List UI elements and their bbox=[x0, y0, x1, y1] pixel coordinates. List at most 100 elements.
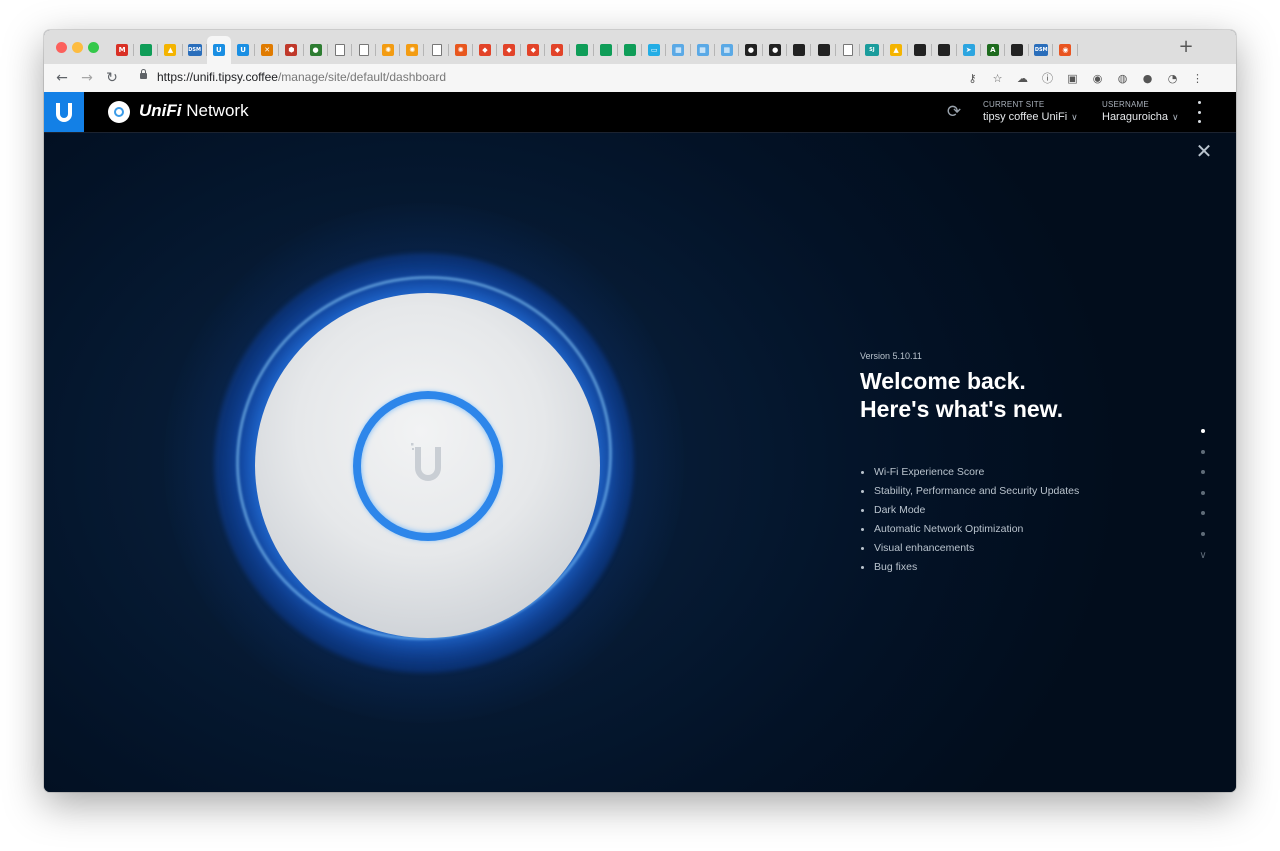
browser-tab[interactable]: ◉ bbox=[1053, 36, 1078, 64]
browser-tab[interactable]: ✕ bbox=[255, 36, 280, 64]
browser-tab[interactable] bbox=[811, 36, 836, 64]
browser-tab[interactable] bbox=[594, 36, 619, 64]
browser-toolbar: ← → ↻ https://unifi.tipsy.coffee/manage/… bbox=[44, 64, 1236, 93]
key-icon[interactable]: ⚷ bbox=[960, 68, 985, 88]
close-icon[interactable]: ✕ bbox=[1194, 141, 1214, 161]
feature-item: Visual enhancements bbox=[860, 539, 1180, 558]
ubuntu-icon: ◉ bbox=[1059, 44, 1072, 56]
window-minimize-button[interactable] bbox=[72, 42, 83, 53]
browser-tab[interactable]: DSM bbox=[183, 36, 207, 64]
feature-item: Automatic Network Optimization bbox=[860, 520, 1180, 539]
browser-tab[interactable]: ◆ bbox=[521, 36, 546, 64]
back-button[interactable]: ← bbox=[52, 68, 72, 88]
current-site-value: tipsy coffee UniFi bbox=[983, 111, 1068, 123]
browser-tab[interactable]: ▲ bbox=[158, 36, 183, 64]
browser-tab[interactable]: ✺ bbox=[400, 36, 425, 64]
feature-list: Wi-Fi Experience Score Stability, Perform… bbox=[860, 463, 1180, 577]
browser-tab[interactable]: ◆ bbox=[497, 36, 522, 64]
browser-tab[interactable] bbox=[787, 36, 812, 64]
toolbar-extensions: ⚷ ☆ ☁ ⓘ ▣ ◉ ◍ ● ◔ ⋮ bbox=[960, 68, 1210, 88]
address-bar[interactable]: https://unifi.tipsy.coffee/manage/site/d… bbox=[130, 67, 1010, 89]
browser-tab[interactable] bbox=[134, 36, 159, 64]
document-icon bbox=[334, 44, 345, 56]
browser-tab[interactable]: SJ bbox=[860, 36, 885, 64]
tab-list: M ▲ DSM U U ✕ ⬢ ● ✺ ✺ ✺ ◆ ◆ ◆ ◆ ▭ ▦ ▦ ▦ ● ● SJ ▲ ➤ A DSM ◉ bbox=[110, 36, 1078, 64]
browser-tab[interactable] bbox=[352, 36, 377, 64]
slide-dot[interactable] bbox=[1201, 511, 1205, 516]
username-label: USERNAME bbox=[1102, 100, 1149, 109]
grafana-icon: ✺ bbox=[382, 44, 395, 56]
browser-tab[interactable]: ▦ bbox=[691, 36, 715, 64]
browser-tab[interactable]: ● bbox=[763, 36, 788, 64]
slide-dot[interactable] bbox=[1201, 531, 1205, 536]
telegram-icon: ➤ bbox=[962, 44, 975, 56]
browser-window: M ▲ DSM U U ✕ ⬢ ● ✺ ✺ ✺ ◆ ◆ ◆ ◆ ▭ ▦ ▦ ▦ ● ● SJ ▲ ➤ A DSM ◉ + ← → ↻… bbox=[44, 30, 1236, 792]
browser-tab[interactable]: U bbox=[231, 36, 256, 64]
browser-tab[interactable]: ⬢ bbox=[279, 36, 304, 64]
ubiquiti-u-icon bbox=[411, 443, 441, 481]
slide-dot[interactable] bbox=[1201, 449, 1205, 454]
cloud-extension-icon[interactable]: ☁ bbox=[1010, 68, 1035, 88]
file-icon bbox=[1011, 44, 1024, 56]
browser-tab[interactable]: ▲ bbox=[884, 36, 909, 64]
browser-tab[interactable] bbox=[424, 36, 449, 64]
browser-tab[interactable]: ▭ bbox=[642, 36, 667, 64]
browser-tab[interactable] bbox=[328, 36, 353, 64]
chevron-down-icon[interactable]: ∨ bbox=[1197, 550, 1209, 562]
browser-tab[interactable]: DSM bbox=[1029, 36, 1054, 64]
profile-extension-icon[interactable]: ◔ bbox=[1160, 68, 1185, 88]
slide-dot[interactable] bbox=[1201, 490, 1205, 495]
browser-tab[interactable]: A bbox=[981, 36, 1006, 64]
square-extension-icon[interactable]: ▣ bbox=[1060, 68, 1085, 88]
browser-tab[interactable]: ✺ bbox=[376, 36, 401, 64]
chevron-down-icon: ∨ bbox=[1071, 113, 1078, 123]
browser-tab[interactable]: ● bbox=[739, 36, 764, 64]
reload-button[interactable]: ↻ bbox=[102, 68, 122, 88]
refresh-icon[interactable]: ⟳ bbox=[944, 102, 964, 122]
chrome-menu-icon[interactable]: ⋮ bbox=[1185, 68, 1210, 88]
window-close-button[interactable] bbox=[56, 42, 67, 53]
calendar-icon: ▦ bbox=[696, 44, 709, 56]
info-extension-icon[interactable]: ⓘ bbox=[1035, 68, 1060, 88]
more-menu-icon[interactable] bbox=[1192, 100, 1206, 124]
browser-tab[interactable] bbox=[1005, 36, 1030, 64]
document-icon bbox=[842, 44, 853, 56]
google-sheets-icon bbox=[599, 44, 612, 56]
browser-tab[interactable] bbox=[908, 36, 933, 64]
ubiquiti-logo-icon[interactable] bbox=[44, 92, 84, 132]
gmail-icon: M bbox=[116, 44, 129, 56]
file-icon bbox=[793, 44, 806, 56]
feature-item: Bug fixes bbox=[860, 558, 1180, 577]
red-extension-icon[interactable]: ◉ bbox=[1085, 68, 1110, 88]
browser-tab[interactable] bbox=[932, 36, 957, 64]
browser-tab[interactable] bbox=[836, 36, 861, 64]
slide-dot[interactable] bbox=[1201, 429, 1205, 433]
current-site-selector[interactable]: CURRENT SITE tipsy coffee UniFi ∨ bbox=[983, 100, 1078, 123]
browser-tab[interactable]: ▦ bbox=[715, 36, 740, 64]
brand-rest-text: Network bbox=[181, 101, 249, 120]
browser-tab[interactable] bbox=[570, 36, 594, 64]
release-notes: Version 5.10.11 Welcome back. Here's wha… bbox=[860, 351, 1180, 577]
browser-tab[interactable]: ◆ bbox=[473, 36, 498, 64]
browser-tab[interactable] bbox=[618, 36, 643, 64]
forward-button[interactable]: → bbox=[77, 68, 97, 88]
gitlab-icon: ◆ bbox=[527, 44, 540, 56]
bookmark-star-icon[interactable]: ☆ bbox=[985, 68, 1010, 88]
dark-extension-icon[interactable]: ● bbox=[1135, 68, 1160, 88]
network-product-icon[interactable] bbox=[108, 101, 130, 123]
orange-extension-icon[interactable]: ◍ bbox=[1110, 68, 1135, 88]
browser-tab[interactable]: ➤ bbox=[957, 36, 981, 64]
file-icon bbox=[938, 44, 951, 56]
unifi-icon: U bbox=[237, 44, 250, 56]
browser-tab[interactable]: ◆ bbox=[545, 36, 570, 64]
browser-tab[interactable]: ▦ bbox=[666, 36, 691, 64]
google-sheets-icon bbox=[575, 44, 588, 56]
browser-tab[interactable]: M bbox=[110, 36, 135, 64]
browser-tab[interactable]: ● bbox=[304, 36, 328, 64]
new-tab-button[interactable]: + bbox=[1176, 37, 1196, 57]
browser-tab[interactable]: U bbox=[206, 36, 231, 64]
username-menu[interactable]: USERNAME Haraguroicha ∨ bbox=[1102, 100, 1179, 123]
window-zoom-button[interactable] bbox=[88, 42, 99, 53]
slide-dot[interactable] bbox=[1201, 470, 1205, 475]
browser-tab[interactable]: ✺ bbox=[449, 36, 474, 64]
